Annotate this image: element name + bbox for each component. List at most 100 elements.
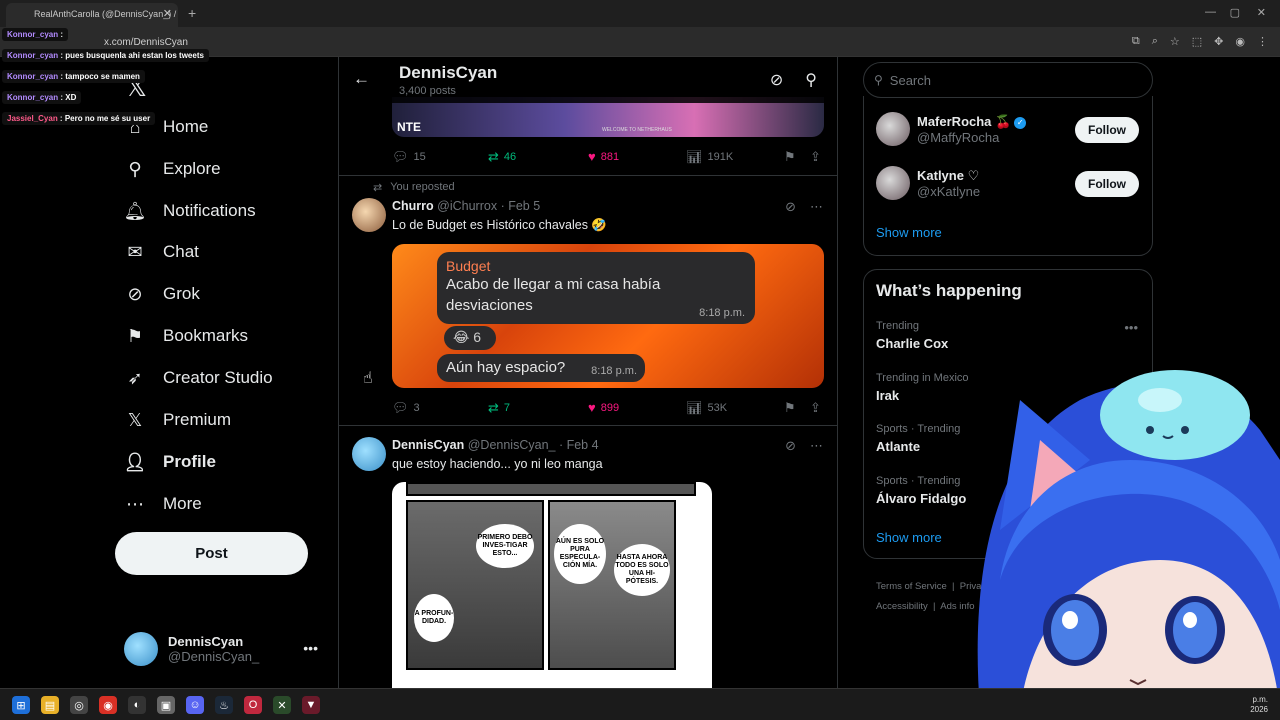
search-icon: ⚲ xyxy=(874,73,883,87)
trend-item[interactable]: Sports · Trending Álvaro Fidalgo xyxy=(876,475,966,506)
more-icon[interactable]: ••• xyxy=(303,640,318,656)
repost-indicator: ⇄ You reposted xyxy=(373,181,455,194)
profile-header: ← DennisCyan 3,400 posts ⊘ ⚲ xyxy=(339,57,837,103)
maximize-icon[interactable]: ▢ xyxy=(1230,6,1240,19)
share-button[interactable]: ⇪ xyxy=(810,149,821,165)
more-icon[interactable]: ⋯ xyxy=(810,199,823,215)
tweet-actions: 💬︎ 15 ⇄ 46 ♥ 881 📊︎ 191K ⚑ ⇪ xyxy=(392,149,824,167)
tweet-media[interactable]: NTE WELCOME TO NETHERHAUS xyxy=(392,97,824,137)
reply-button[interactable]: 💬︎ 15 xyxy=(392,149,426,165)
window-close-icon[interactable]: ✕ xyxy=(1257,6,1266,19)
bell-icon: 🔔︎ xyxy=(123,200,147,221)
grok-icon[interactable]: ⊘ xyxy=(785,438,796,454)
chat-message: Konnor_cyan : pues busquenla ahi estan l… xyxy=(2,49,209,62)
search-input[interactable]: ⚲ Search xyxy=(863,62,1153,98)
nav-creator-studio[interactable]: ➶ Creator Studio xyxy=(124,361,272,395)
chrome-icon[interactable]: ◉ xyxy=(99,696,117,714)
post-button[interactable]: Post xyxy=(115,532,308,575)
stream-chat-overlay: Konnor_cyan : Konnor_cyan : pues busquen… xyxy=(2,6,209,129)
trend-item[interactable]: Trending in Mexico Irak xyxy=(876,372,969,403)
avatar[interactable] xyxy=(352,198,386,232)
grok-icon[interactable]: ⊘ xyxy=(770,70,783,90)
app-icon[interactable]: ✕ xyxy=(273,696,291,714)
share-button[interactable]: ⇪ xyxy=(810,400,821,416)
search-icon[interactable]: ⚲ xyxy=(805,70,817,90)
windows-start-icon[interactable]: ⊞ xyxy=(12,696,30,714)
chat-message: Konnor_cyan : xyxy=(2,28,69,41)
repost-button[interactable]: ⇄ 46 xyxy=(488,149,516,165)
discord-icon[interactable]: ☺ xyxy=(186,696,204,714)
menu-icon[interactable]: ⋮ xyxy=(1257,35,1268,48)
heart-icon: ♥ xyxy=(588,400,596,415)
show-more-link[interactable]: Show more xyxy=(876,530,942,545)
file-explorer-icon[interactable]: ▤ xyxy=(41,696,59,714)
list-item[interactable]: MaferRocha 🍒 ✓ @MaffyRocha xyxy=(876,112,1027,146)
app-icon[interactable]: ▼ xyxy=(302,696,320,714)
share-icon: ⇪ xyxy=(810,149,821,164)
nav-premium[interactable]: 𝕏 Premium xyxy=(124,403,231,437)
nav-explore[interactable]: ⚲ Explore xyxy=(124,152,220,186)
chat-bubble: Aún hay espacio? 8:18 p.m. xyxy=(437,354,645,382)
reply-button[interactable]: 💬︎ 3 xyxy=(392,400,420,416)
divider xyxy=(339,425,837,426)
manga-panel: PRIMERO DEBO INVES-TIGAR ESTO... A PROFU… xyxy=(406,500,544,670)
taskbar: ⊞ ▤ ◎ ◉ ◐ ▣ ☺ ♨ O ✕ ▼ p.m. 2026 xyxy=(0,688,1280,720)
follow-button[interactable]: Follow xyxy=(1075,117,1139,143)
follow-button[interactable]: Follow xyxy=(1075,171,1139,197)
avatar xyxy=(876,112,910,146)
chat-message: Konnor_cyan : XD xyxy=(2,91,82,104)
like-button[interactable]: ♥ 899 xyxy=(588,400,619,415)
trend-item[interactable]: Trending Charlie Cox xyxy=(876,320,948,351)
nav-bookmarks[interactable]: ⚑ Bookmarks xyxy=(124,319,248,353)
opera-icon[interactable]: O xyxy=(244,696,262,714)
app-icon[interactable]: ▣ xyxy=(157,696,175,714)
minimize-icon[interactable]: — xyxy=(1205,6,1216,18)
star-icon[interactable]: ☆ xyxy=(1170,35,1180,48)
obs-icon[interactable]: ◐ xyxy=(128,696,146,714)
bookmark-icon: ⚑ xyxy=(784,149,796,164)
trend-item[interactable]: Sports · Trending Atlante xyxy=(876,423,960,454)
repost-icon: ⇄ xyxy=(488,400,499,415)
steam-icon[interactable]: ♨ xyxy=(215,696,233,714)
cast-icon[interactable]: ⧉ xyxy=(1132,35,1140,48)
mail-icon: ✉ xyxy=(127,241,143,262)
account-switcher[interactable]: DennisCyan @DennisCyan_ ••• xyxy=(124,632,324,666)
speech-bubble: HASTA AHORA TODO ES SOLO UNA HI-PÓTESIS. xyxy=(614,544,670,596)
account-handle: @DennisCyan_ xyxy=(168,649,260,664)
puzzle-icon[interactable]: ✥ xyxy=(1214,35,1223,48)
nav-notifications[interactable]: 🔔︎ Notifications xyxy=(124,194,256,228)
app-icon[interactable]: ◎ xyxy=(70,696,88,714)
chart-icon: 📊︎ xyxy=(686,149,703,164)
tweet-media[interactable]: Budget Acabo de llegar a mi casa había d… xyxy=(392,244,824,388)
divider xyxy=(339,175,837,176)
views-button[interactable]: 📊︎ 53K xyxy=(686,400,727,416)
bookmark-button[interactable]: ⚑ xyxy=(784,149,796,165)
zoom-icon[interactable]: ⌕ xyxy=(1152,35,1158,48)
like-button[interactable]: ♥ 881 xyxy=(588,149,619,164)
extensions-icon[interactable]: ⬚ xyxy=(1192,35,1202,48)
clock[interactable]: p.m. 2026 xyxy=(1250,695,1268,715)
more-icon[interactable]: ⋯ xyxy=(810,438,823,454)
bookmark-button[interactable]: ⚑ xyxy=(784,400,796,416)
reply-icon: 💬︎ xyxy=(392,400,409,415)
chat-message: Jassiel_Cyan : Pero no me sé su user xyxy=(2,112,156,125)
repost-button[interactable]: ⇄ 7 xyxy=(488,400,510,416)
speech-bubble: AÚN ES SOLO PURA ESPECULA-CIÓN MÍA. xyxy=(554,524,606,584)
account-name: DennisCyan xyxy=(168,634,244,649)
back-arrow-icon[interactable]: ← xyxy=(353,69,370,89)
nav-more[interactable]: ⋯ More xyxy=(124,487,202,521)
section-title: What’s happening xyxy=(876,281,1022,300)
show-more-link[interactable]: Show more xyxy=(876,225,942,240)
tweet-actions: 💬︎ 3 ⇄ 7 ♥ 899 📊︎ 53K ⚑ ⇪ xyxy=(392,400,824,418)
profile-avatar-icon[interactable]: ◉ xyxy=(1235,35,1245,48)
heart-icon: ♥ xyxy=(588,149,596,164)
nav-grok[interactable]: ⊘ Grok xyxy=(124,277,199,311)
list-item[interactable]: Katlyne ♡ @xKatlyne xyxy=(876,166,980,200)
nav-chat[interactable]: ✉ Chat xyxy=(124,235,198,269)
nav-profile[interactable]: 👤︎ Profile xyxy=(124,445,216,479)
grok-icon[interactable]: ⊘ xyxy=(785,199,796,215)
verified-icon: ✓ xyxy=(1014,116,1027,129)
avatar[interactable] xyxy=(352,437,386,471)
tweet-media[interactable]: PRIMERO DEBO INVES-TIGAR ESTO... A PROFU… xyxy=(392,482,712,688)
views-button[interactable]: 📊︎ 191K xyxy=(686,149,733,165)
